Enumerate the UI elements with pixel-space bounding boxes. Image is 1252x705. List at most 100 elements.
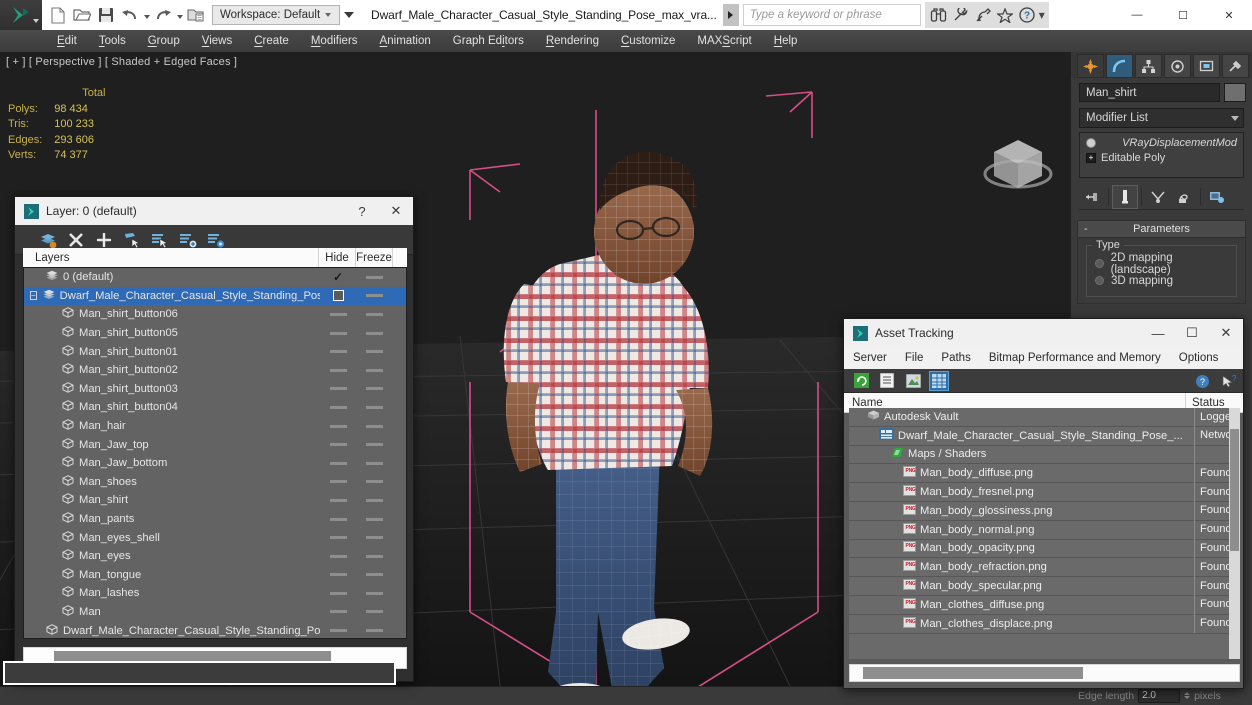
layer-freeze-cell[interactable] [356, 424, 392, 428]
refresh-icon[interactable] [851, 371, 871, 391]
layer-hide-cell[interactable] [320, 554, 356, 558]
asset-row[interactable]: Man_body_glossiness.pngFound [849, 501, 1240, 521]
asset-row[interactable]: Man_body_specular.pngFound [849, 576, 1240, 596]
display-tab[interactable] [1193, 54, 1220, 78]
layer-row[interactable]: Man [24, 603, 406, 622]
motion-tab[interactable] [1164, 54, 1191, 78]
search-input[interactable]: Type a keyword or phrase [742, 4, 921, 26]
modify-tab[interactable] [1106, 54, 1133, 78]
asset-row[interactable]: Man_body_refraction.pngFound [849, 557, 1240, 578]
layer-freeze-cell[interactable] [356, 443, 392, 447]
layer-row[interactable]: Man_Jaw_bottom [24, 454, 406, 473]
show-end-result-icon[interactable] [1112, 184, 1138, 209]
asset-row[interactable]: Man_body_opacity.pngFound [849, 539, 1240, 559]
menu-item-modifiers[interactable]: Modifiers [300, 30, 369, 52]
layer-row[interactable]: Man_eyes [24, 547, 406, 566]
minimize-button[interactable]: — [1114, 0, 1160, 30]
modifier-stack-item-vraydisplacement[interactable]: VRayDisplacementMod [1080, 135, 1243, 150]
menu-item-create[interactable]: Create [243, 30, 300, 52]
layer-row[interactable]: Man_shirt_button05 [24, 324, 406, 343]
layer-row[interactable]: Man_eyes_shell [24, 528, 406, 547]
make-unique-icon[interactable] [1145, 185, 1171, 209]
asset-row[interactable]: Maps / Shaders [849, 445, 1240, 465]
object-color-swatch[interactable] [1224, 83, 1246, 102]
asset-row[interactable]: Man_body_fresnel.pngFound [849, 482, 1240, 502]
undo-icon[interactable] [118, 2, 142, 28]
layer-hide-cell[interactable] [320, 331, 356, 335]
layer-row[interactable]: Man_shirt_button03 [24, 380, 406, 399]
view-cube[interactable] [978, 132, 1058, 200]
application-menu-button[interactable] [0, 0, 42, 30]
help-button[interactable]: ? [345, 197, 379, 225]
layer-freeze-cell[interactable] [356, 368, 392, 372]
asset-menu-server[interactable]: Server [844, 347, 896, 369]
help-icon[interactable]: ? [1016, 4, 1038, 26]
menu-item-graph-editors[interactable]: Graph Editors [442, 30, 535, 52]
menu-item-views[interactable]: Views [191, 30, 244, 52]
asset-row[interactable]: Dwarf_Male_Character_Casual_Style_Standi… [849, 426, 1240, 446]
workspace-dropdown-icon[interactable] [340, 2, 357, 28]
layer-hide-cell[interactable] [320, 387, 356, 391]
layer-row[interactable]: Man_shirt_button06 [24, 305, 406, 324]
layer-freeze-cell[interactable] [356, 275, 392, 279]
layer-row[interactable]: Man_shirt_button01 [24, 342, 406, 361]
asset-tracking-dialog[interactable]: Asset Tracking — ☐ ✕ Server File Paths Bitm… [843, 318, 1244, 689]
redo-icon[interactable] [151, 2, 175, 28]
layer-row[interactable]: Man_shirt_button04 [24, 398, 406, 417]
plus-box-icon[interactable]: + [1086, 152, 1096, 163]
menu-item-edit[interactable]: Edit [46, 30, 88, 52]
configure-sets-icon[interactable] [1204, 185, 1230, 209]
layer-row[interactable]: Man_shoes [24, 473, 406, 492]
layer-freeze-cell[interactable] [356, 350, 392, 354]
asset-horizontal-scrollbar[interactable] [849, 664, 1240, 682]
close-button[interactable]: ✕ [1209, 319, 1243, 347]
hierarchy-tab[interactable] [1135, 54, 1162, 78]
layer-freeze-cell[interactable] [356, 629, 392, 633]
layer-hide-cell[interactable] [320, 424, 356, 428]
layer-hide-cell[interactable] [320, 517, 356, 521]
asset-menu-options[interactable]: Options [1170, 347, 1228, 369]
layer-freeze-cell[interactable] [356, 554, 392, 558]
binoculars-icon[interactable] [928, 4, 950, 26]
layer-row[interactable]: 0 (default) ✓ [24, 268, 406, 287]
maximize-button[interactable]: ☐ [1175, 319, 1209, 347]
more-options-icon[interactable]: ▾ [1038, 4, 1046, 26]
layer-freeze-cell[interactable] [356, 536, 392, 540]
layer-hide-cell[interactable] [320, 443, 356, 447]
asset-row[interactable]: Man_clothes_diffuse.pngFound [849, 595, 1240, 615]
menu-item-maxscript[interactable]: MAXScript [686, 30, 762, 52]
thumbnail-view-icon[interactable] [903, 371, 923, 391]
close-button[interactable]: ✕ [1206, 0, 1252, 30]
menu-item-tools[interactable]: Tools [88, 30, 137, 52]
collapse-expander-icon[interactable]: − [30, 291, 37, 301]
asset-menu-file[interactable]: File [896, 347, 933, 369]
layer-hide-cell[interactable] [320, 405, 356, 409]
set-project-folder-icon[interactable] [184, 2, 208, 28]
new-file-icon[interactable] [46, 2, 70, 28]
asset-row[interactable]: Man_body_diffuse.pngFound [849, 463, 1240, 484]
asset-menu-bitmap-performance-and-memory[interactable]: Bitmap Performance and Memory [980, 347, 1170, 369]
spinner-icon[interactable] [1184, 692, 1191, 699]
asset-row[interactable]: Man_clothes_displace.pngFound [849, 614, 1240, 634]
menu-item-group[interactable]: Group [137, 30, 191, 52]
layer-list[interactable]: 0 (default) ✓ − Dwarf_Male_Character_Casual… [23, 267, 407, 639]
scrollbar-thumb[interactable] [863, 667, 1083, 679]
layer-row[interactable]: Dwarf_Male_Character_Casual_Style_Standi… [24, 621, 406, 638]
menu-item-customize[interactable]: Customize [610, 30, 686, 52]
hide-checkbox[interactable] [332, 290, 344, 302]
layer-hide-cell[interactable] [320, 461, 356, 465]
layer-hide-cell[interactable] [320, 573, 356, 577]
layer-row[interactable]: Man_Jaw_top [24, 435, 406, 454]
asset-row[interactable]: Autodesk Vault Logged [849, 408, 1240, 427]
layer-hide-cell[interactable] [320, 629, 356, 633]
layer-row[interactable]: Man_pants [24, 510, 406, 529]
create-tab[interactable] [1077, 54, 1104, 78]
layer-freeze-cell[interactable] [356, 387, 392, 391]
help-icon[interactable]: ? [1192, 371, 1212, 391]
layer-hide-cell[interactable] [320, 591, 356, 595]
scrollbar-thumb[interactable] [1230, 429, 1239, 551]
maximize-button[interactable]: ☐ [1160, 0, 1206, 30]
minimize-button[interactable]: — [1141, 319, 1175, 347]
asset-list[interactable]: Autodesk Vault Logged Dwarf_Male_Character… [849, 408, 1240, 659]
layer-hide-cell[interactable] [320, 290, 356, 302]
